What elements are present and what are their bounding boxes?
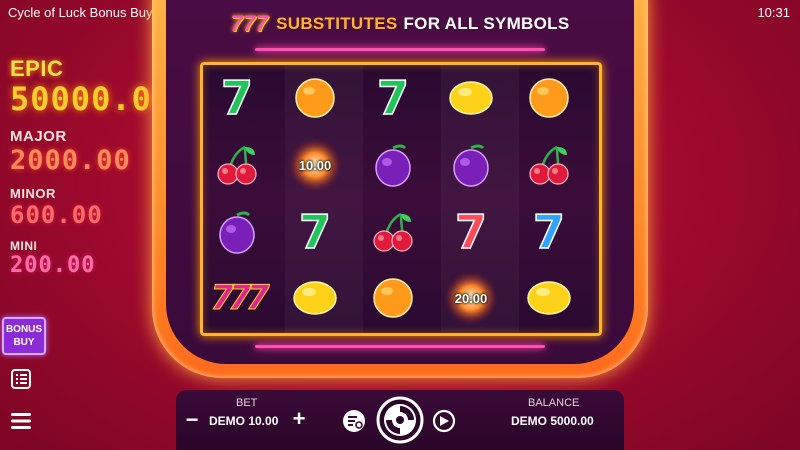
symbol-coin-icon: 20.00 [443,270,499,326]
bet-label: BET [236,397,258,409]
symbol-orange-icon [521,70,577,126]
symbol-orange-icon [365,270,421,326]
autoplay-icon[interactable] [342,409,366,433]
symbol-lemon-icon [287,270,343,326]
symbol-plum-icon [365,137,421,193]
symbol-cherry-icon [209,137,265,193]
symbol-lemon-icon [521,270,577,326]
bonus-buy-label-line1: BONUS [5,324,43,335]
turbo-icon[interactable] [432,409,456,433]
paytable-icon[interactable] [10,368,32,390]
bet-value: DEMO 10.00 [209,414,279,428]
symbol-plum-icon [443,137,499,193]
symbol-triple-seven-wild-icon: 777 [210,278,270,319]
symbol-seven-blue-icon: 7 [532,205,566,259]
wild-banner: 777 SUBSTITUTES FOR ALL SYMBOLS [196,6,604,42]
spin-button[interactable] [376,396,424,444]
banner-text: FOR ALL SYMBOLS [403,14,570,33]
game-title: Cycle of Luck Bonus Buy [8,5,153,20]
clock: 10:31 [757,5,790,20]
coin-value: 20.00 [454,290,488,306]
neon-line-top [255,48,545,51]
symbol-cherry-icon [521,137,577,193]
bet-decrease-button[interactable]: − [182,409,202,432]
menu-icon[interactable] [10,410,32,432]
balance-value: DEMO 5000.00 [511,414,594,428]
bonus-buy-label-line2: BUY [13,337,35,348]
wild-symbol-icon: 777 [230,11,269,36]
neon-line-bottom [255,345,545,348]
symbol-seven-green-icon: 7 [376,71,410,125]
symbol-seven-green-icon: 7 [220,71,254,125]
symbol-seven-red-icon: 7 [454,205,488,259]
bonus-buy-button[interactable]: BONUS BUY [2,317,46,355]
symbol-lemon-icon [443,70,499,126]
symbol-plum-icon [209,204,265,260]
symbol-seven-green-icon: 7 [298,205,332,259]
balance-label: BALANCE [528,397,580,409]
bet-increase-button[interactable]: + [289,408,309,431]
banner-highlight: SUBSTITUTES [276,14,398,33]
coin-value: 10.00 [298,157,332,173]
symbol-coin-icon: 10.00 [287,137,343,193]
symbol-cherry-icon [365,204,421,260]
symbol-orange-icon [287,70,343,126]
